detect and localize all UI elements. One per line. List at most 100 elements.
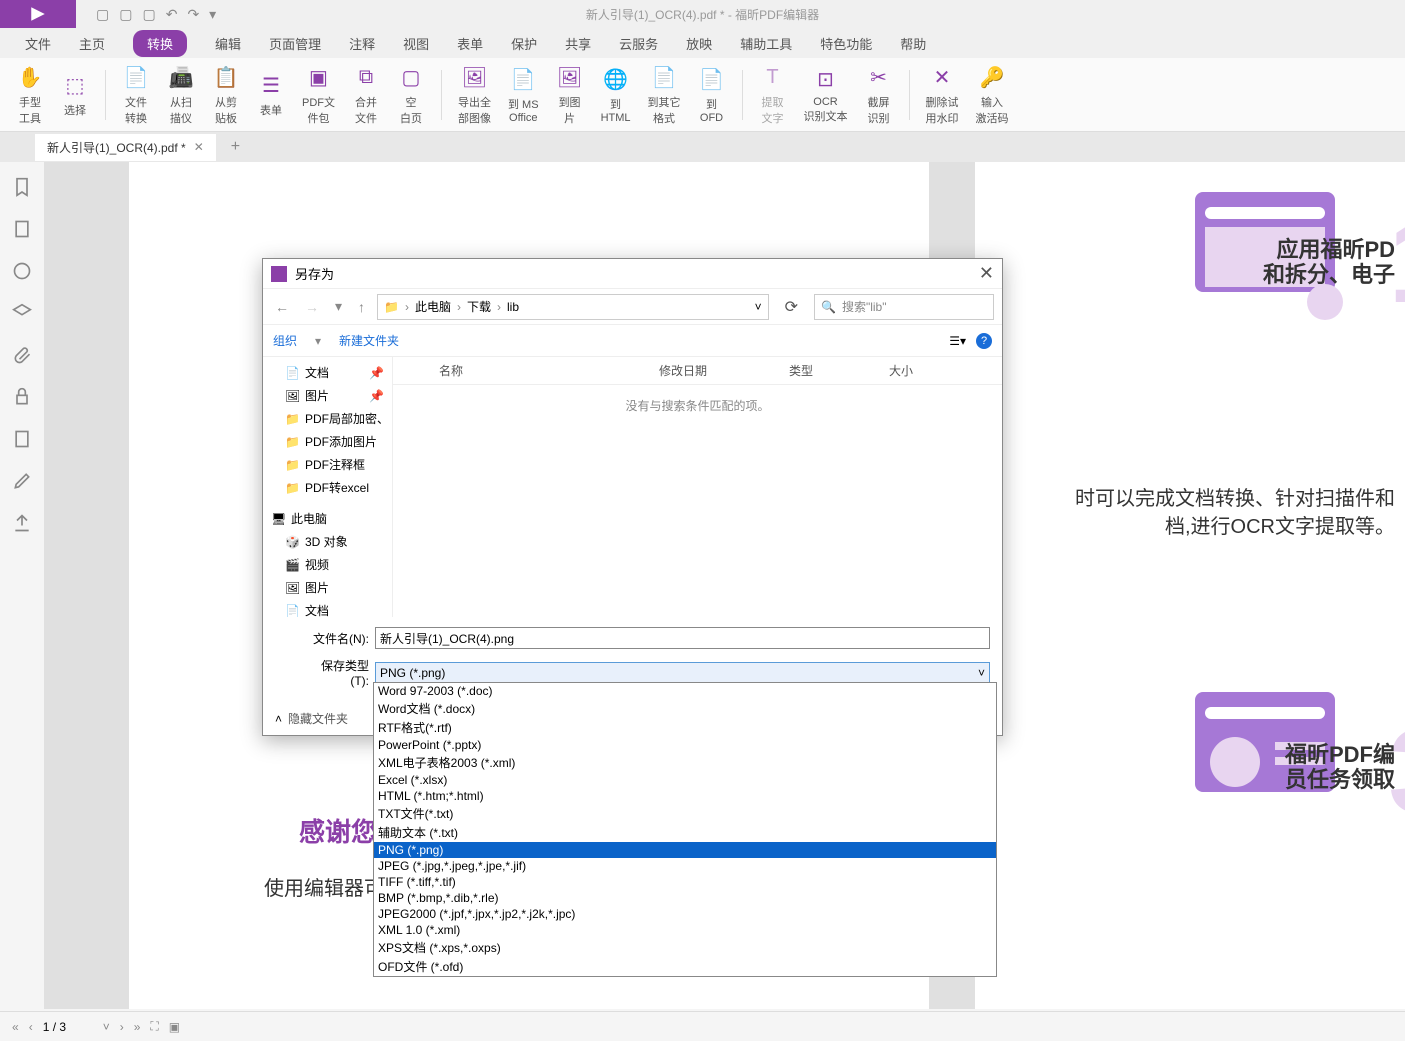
- format-option[interactable]: Word 97-2003 (*.doc): [374, 683, 996, 699]
- menu-help[interactable]: 帮助: [900, 34, 926, 53]
- menu-play[interactable]: 放映: [686, 34, 712, 53]
- tree-item-pics[interactable]: 🖼图片📌: [263, 384, 392, 407]
- tree-item-docs2[interactable]: 📄文档: [263, 599, 392, 617]
- layers-icon[interactable]: [12, 303, 32, 323]
- format-option[interactable]: XML 1.0 (*.xml): [374, 922, 996, 938]
- bookmark-icon[interactable]: [12, 177, 32, 197]
- format-option[interactable]: PowerPoint (*.pptx): [374, 737, 996, 753]
- ribbon-activate[interactable]: 🔑输入 激活码: [970, 64, 1015, 126]
- format-option[interactable]: BMP (*.bmp,*.dib,*.rle): [374, 890, 996, 906]
- path-seg-2[interactable]: 下载: [467, 298, 491, 315]
- format-option-selected[interactable]: PNG (*.png): [374, 842, 996, 858]
- ribbon-toofd[interactable]: 📄到 OFD: [692, 66, 732, 124]
- pages-icon[interactable]: [12, 219, 32, 239]
- tree-item-pdfcmt[interactable]: 📁PDF注释框: [263, 453, 392, 476]
- ribbon-form[interactable]: ☰表单: [251, 72, 291, 118]
- format-option[interactable]: OFD文件 (*.ofd): [374, 957, 996, 976]
- filetype-combo[interactable]: PNG (*.png) ˅: [375, 662, 990, 684]
- attachment-icon[interactable]: [12, 345, 32, 365]
- format-option[interactable]: JPEG2000 (*.jpf,*.jpx,*.jp2,*.j2k,*.jpc): [374, 906, 996, 922]
- format-option[interactable]: TIFF (*.tiff,*.tif): [374, 874, 996, 890]
- menu-accessibility[interactable]: 辅助工具: [740, 34, 792, 53]
- redo-icon[interactable]: ↷: [187, 6, 199, 23]
- menu-comment[interactable]: 注释: [349, 34, 375, 53]
- format-option[interactable]: TXT文件(*.txt): [374, 804, 996, 823]
- edit-icon[interactable]: [12, 471, 32, 491]
- tree-item-docs[interactable]: 📄文档📌: [263, 361, 392, 384]
- tree-item-video[interactable]: 🎬视频: [263, 553, 392, 576]
- tree-item-thispc[interactable]: 🖥此电脑: [263, 507, 392, 530]
- col-size[interactable]: 大小: [889, 362, 969, 379]
- prev-page-icon[interactable]: ‹: [29, 1020, 33, 1034]
- menu-view[interactable]: 视图: [403, 34, 429, 53]
- col-name[interactable]: 名称: [439, 362, 659, 379]
- ribbon-toother[interactable]: 📄到其它 格式: [642, 64, 687, 126]
- ribbon-ocr[interactable]: ⊡OCR 识别文本: [798, 66, 854, 124]
- sign-icon[interactable]: [12, 429, 32, 449]
- path-box[interactable]: 📁 › 此电脑 › 下载 › lib ˅: [377, 294, 769, 320]
- undo-icon[interactable]: ↶: [166, 6, 178, 23]
- tab-add-icon[interactable]: +: [231, 138, 240, 156]
- hide-folders-toggle[interactable]: 隐藏文件夹: [288, 710, 348, 727]
- fit-width-icon[interactable]: ⛶: [150, 1019, 158, 1034]
- format-option[interactable]: 辅助文本 (*.txt): [374, 823, 996, 842]
- more-icon[interactable]: ▾: [209, 6, 216, 23]
- refresh-icon[interactable]: ⟳: [777, 293, 806, 321]
- menu-special[interactable]: 特色功能: [820, 34, 872, 53]
- ribbon-scan[interactable]: 📠从扫 描仪: [161, 64, 201, 126]
- chevron-icon[interactable]: ˄: [275, 712, 282, 726]
- menu-page[interactable]: 页面管理: [269, 34, 321, 53]
- menu-file[interactable]: 文件: [25, 34, 51, 53]
- page-input[interactable]: [43, 1020, 93, 1034]
- new-folder-button[interactable]: 新建文件夹: [339, 332, 399, 349]
- format-option[interactable]: XML电子表格2003 (*.xml): [374, 753, 996, 772]
- nav-back-icon[interactable]: ←: [271, 297, 293, 317]
- search-box[interactable]: 🔍 搜索"lib": [814, 294, 994, 320]
- open-icon[interactable]: ▢: [96, 6, 109, 23]
- page-dropdown-icon[interactable]: ˅: [103, 1020, 110, 1034]
- col-date[interactable]: 修改日期: [659, 362, 789, 379]
- first-page-icon[interactable]: «: [12, 1020, 19, 1034]
- ribbon-msoffice[interactable]: 📄到 MS Office: [502, 66, 545, 124]
- tree-item-pdfimg[interactable]: 📁PDF添加图片: [263, 430, 392, 453]
- ribbon-hand[interactable]: ✋手型 工具: [10, 64, 50, 126]
- nav-forward-icon[interactable]: →: [301, 297, 323, 317]
- ribbon-pdfpack[interactable]: ▣PDF文 件包: [296, 64, 341, 126]
- tree-item-3d[interactable]: 🎲3D 对象: [263, 530, 392, 553]
- export-icon[interactable]: [12, 513, 32, 533]
- path-dropdown-icon[interactable]: ˅: [755, 300, 762, 314]
- ribbon-select[interactable]: ⬚选择: [55, 72, 95, 118]
- format-option[interactable]: Word文档 (*.docx): [374, 699, 996, 718]
- security-icon[interactable]: [12, 387, 32, 407]
- nav-recent-icon[interactable]: ▾: [331, 296, 346, 317]
- tree-item-pdfenc[interactable]: 📁PDF局部加密、: [263, 407, 392, 430]
- save-icon[interactable]: ▢: [119, 6, 132, 23]
- ribbon-toimage[interactable]: 🖼到图 片: [550, 64, 590, 126]
- dialog-close-icon[interactable]: ✕: [979, 263, 994, 284]
- path-seg-1[interactable]: 此电脑: [415, 298, 451, 315]
- format-option[interactable]: HTML (*.htm;*.html): [374, 788, 996, 804]
- print-icon[interactable]: ▢: [142, 6, 155, 23]
- menu-form[interactable]: 表单: [457, 34, 483, 53]
- col-type[interactable]: 类型: [789, 362, 889, 379]
- menu-convert[interactable]: 转换: [133, 30, 187, 57]
- tree-item-pdfexcel[interactable]: 📁PDF转excel: [263, 476, 392, 499]
- format-option[interactable]: JPEG (*.jpg,*.jpeg,*.jpe,*.jif): [374, 858, 996, 874]
- comment-icon[interactable]: [12, 261, 32, 281]
- format-option[interactable]: Excel (*.xlsx): [374, 772, 996, 788]
- ribbon-merge[interactable]: ⧉合并 文件: [346, 64, 386, 126]
- menu-home[interactable]: 主页: [79, 34, 105, 53]
- menu-protect[interactable]: 保护: [511, 34, 537, 53]
- menu-cloud[interactable]: 云服务: [619, 34, 658, 53]
- tab-close-icon[interactable]: ✕: [194, 140, 204, 154]
- ribbon-clip[interactable]: 📋从剪 贴板: [206, 64, 246, 126]
- format-option[interactable]: RTF格式(*.rtf): [374, 718, 996, 737]
- view-mode-icon[interactable]: ☰▾: [949, 334, 966, 348]
- ribbon-blank[interactable]: ▢空 白页: [391, 64, 431, 126]
- ribbon-exportall[interactable]: 🖼导出全 部图像: [452, 64, 497, 126]
- document-tab[interactable]: 新人引导(1)_OCR(4).pdf * ✕: [35, 134, 216, 161]
- menu-share[interactable]: 共享: [565, 34, 591, 53]
- ribbon-tohtml[interactable]: 🌐到 HTML: [595, 66, 637, 124]
- menu-edit[interactable]: 编辑: [215, 34, 241, 53]
- format-option[interactable]: XPS文档 (*.xps,*.oxps): [374, 938, 996, 957]
